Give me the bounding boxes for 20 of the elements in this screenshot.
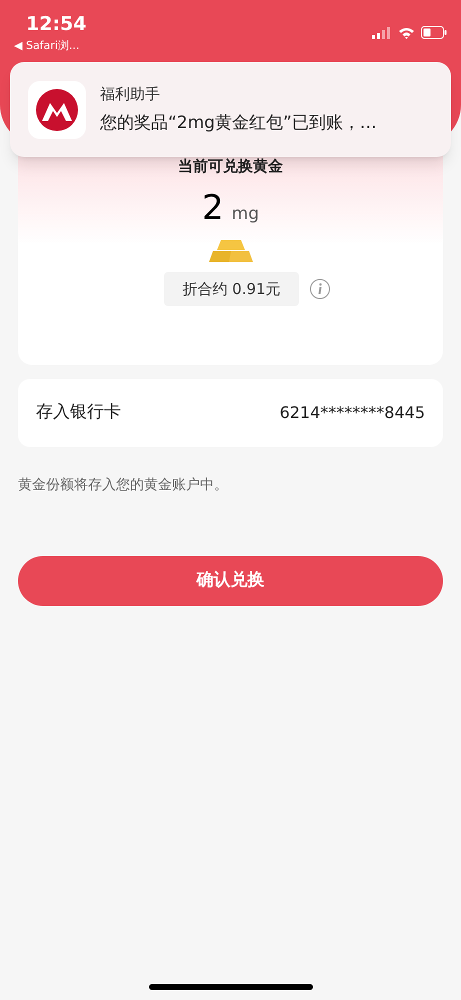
bank-card-number: 6214********8445	[280, 402, 425, 424]
amount-heading: 当前可兑换黄金	[178, 156, 283, 177]
bullion-icon	[206, 238, 254, 262]
info-icon[interactable]	[308, 278, 331, 300]
value-equivalent: 折合约 0.91元	[164, 272, 299, 306]
amount-value: 2	[202, 188, 224, 228]
back-to-app-link[interactable]: ◀ Safari浏...	[14, 38, 86, 54]
notification-message: 您的奖品“2mg黄金红包”已到账，…	[100, 112, 377, 135]
notification-banner[interactable]: 福利助手 您的奖品“2mg黄金红包”已到账，…	[10, 62, 451, 157]
bank-logo-icon	[28, 80, 86, 138]
confirm-button[interactable]: 确认兑换	[18, 556, 443, 606]
signal-icon	[372, 26, 392, 38]
amount-unit: mg	[232, 202, 259, 226]
wifi-icon	[398, 26, 415, 38]
battery-icon	[421, 26, 447, 39]
notification-app-name: 福利助手	[100, 84, 161, 104]
bank-card-row[interactable]: 存入银行卡 6214********8445	[18, 379, 443, 447]
bank-card-label: 存入银行卡	[36, 401, 121, 424]
deposit-note: 黄金份额将存入您的黄金账户中。	[18, 476, 229, 495]
status-time: 12:54	[25, 12, 86, 36]
